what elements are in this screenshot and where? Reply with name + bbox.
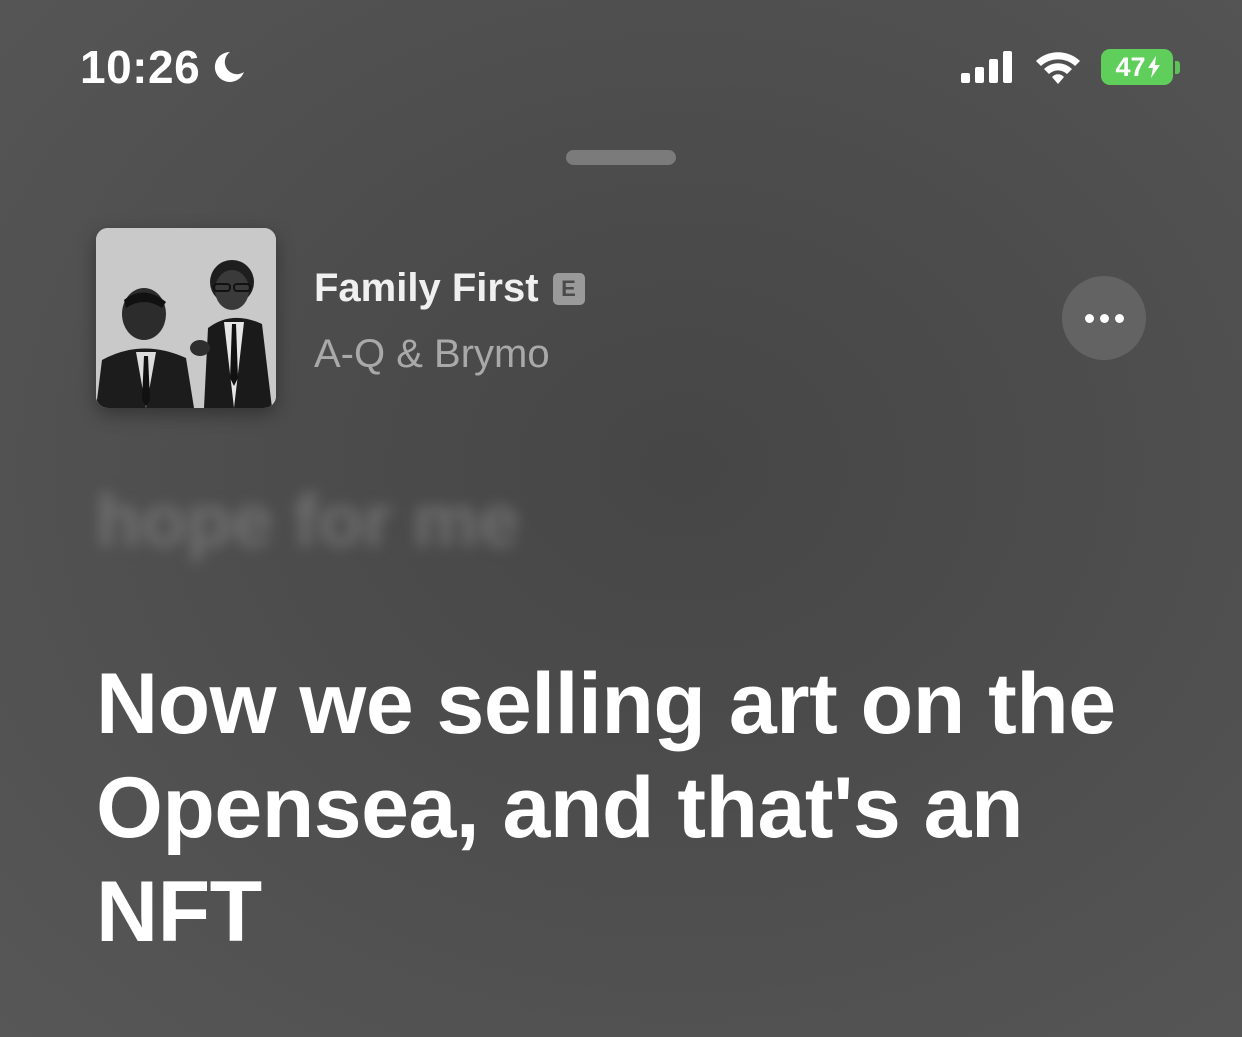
battery-percent: 47: [1115, 51, 1146, 82]
track-title-row: Family First E: [314, 266, 585, 311]
battery-indicator: 47: [1101, 49, 1180, 85]
signal-icon: [961, 51, 1012, 83]
album-artwork[interactable]: [96, 228, 276, 408]
sheet-grabber[interactable]: [566, 150, 676, 165]
lyric-line-current[interactable]: Now we selling art on the Opensea, and t…: [96, 652, 1176, 964]
battery-cap: [1175, 60, 1180, 74]
moon-icon: [215, 51, 245, 82]
track-title: Family First: [314, 266, 539, 310]
clock-group: 10:26: [80, 40, 248, 94]
status-indicators: 47: [959, 48, 1180, 86]
album-artwork-image: [96, 228, 276, 408]
lyric-line-past-2[interactable]: hope for me: [96, 478, 519, 563]
explicit-badge: E: [552, 272, 585, 305]
wifi-icon: [1036, 52, 1080, 84]
more-options-button[interactable]: [1062, 276, 1146, 360]
battery-body: 47: [1101, 49, 1173, 85]
charging-bolt-icon: [1147, 56, 1160, 78]
ellipsis-icon: [1084, 313, 1094, 323]
clock: 10:26: [80, 41, 201, 93]
status-bar: 10:26 47: [0, 0, 1242, 140]
ellipsis-icon-dot-2: [1099, 313, 1109, 323]
ellipsis-icon-dot-3: [1114, 313, 1124, 323]
track-artist[interactable]: A-Q & Brymo: [314, 332, 550, 377]
now-playing-header: Family First E A-Q & Brymo: [96, 228, 1156, 408]
